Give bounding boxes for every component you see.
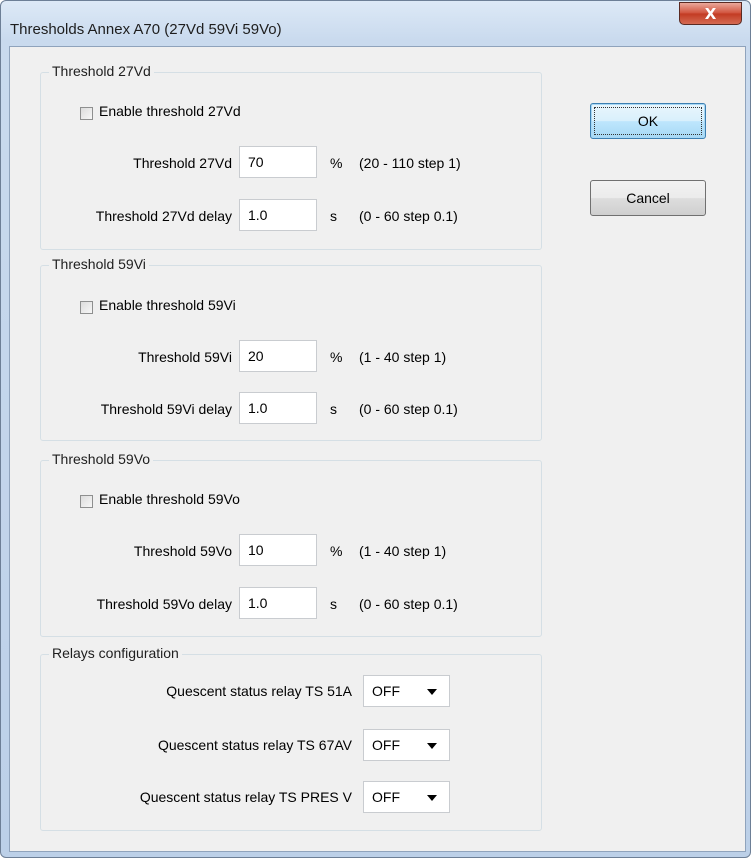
- threshold-59vi-delay-input[interactable]: 1.0: [239, 392, 317, 424]
- threshold-59vi-unit: %: [330, 349, 343, 365]
- relay-ts51a-value: OFF: [372, 683, 400, 699]
- threshold-59vo-delay-unit: s: [330, 596, 337, 612]
- relay-tspresv-select[interactable]: OFF: [363, 781, 450, 813]
- window-title: Thresholds Annex A70 (27Vd 59Vi 59Vo): [10, 21, 282, 38]
- threshold-27vd-range: (20 - 110 step 1): [359, 155, 461, 171]
- enable-59vi-checkbox[interactable]: [80, 301, 93, 314]
- threshold-59vo-delay-input[interactable]: 1.0: [239, 587, 317, 619]
- relay-ts67av-select[interactable]: OFF: [363, 729, 450, 761]
- group-legend: Threshold 27Vd: [49, 63, 154, 79]
- relay-ts51a-select[interactable]: OFF: [363, 675, 450, 707]
- group-legend: Relays configuration: [49, 645, 182, 661]
- threshold-59vi-label: Threshold 59Vi: [138, 349, 232, 365]
- group-threshold-27vd: Threshold 27Vd Enable threshold 27Vd Thr…: [40, 63, 542, 250]
- chevron-down-icon: [427, 743, 437, 749]
- cancel-button[interactable]: Cancel: [590, 180, 706, 216]
- enable-59vo-label: Enable threshold 59Vo: [99, 491, 240, 507]
- dialog-window: Thresholds Annex A70 (27Vd 59Vi 59Vo) X …: [0, 0, 751, 858]
- relay-ts67av-value: OFF: [372, 737, 400, 753]
- threshold-59vo-delay-range: (0 - 60 step 0.1): [359, 596, 458, 612]
- threshold-27vd-label: Threshold 27Vd: [133, 155, 232, 171]
- enable-27vd-label: Enable threshold 27Vd: [99, 103, 241, 119]
- group-threshold-59vo: Threshold 59Vo Enable threshold 59Vo Thr…: [40, 451, 542, 637]
- threshold-59vo-range: (1 - 40 step 1): [359, 543, 447, 559]
- chevron-down-icon: [427, 795, 437, 801]
- chevron-down-icon: [427, 689, 437, 695]
- threshold-59vo-delay-label: Threshold 59Vo delay: [96, 596, 232, 612]
- relay-tspresv-value: OFF: [372, 789, 400, 805]
- group-threshold-59vi: Threshold 59Vi Enable threshold 59Vi Thr…: [40, 256, 542, 441]
- threshold-59vi-delay-label: Threshold 59Vi delay: [100, 401, 232, 417]
- threshold-59vo-unit: %: [330, 543, 343, 559]
- threshold-27vd-delay-label: Threshold 27Vd delay: [95, 208, 232, 224]
- threshold-27vd-delay-input[interactable]: 1.0: [239, 199, 317, 231]
- threshold-59vi-range: (1 - 40 step 1): [359, 349, 447, 365]
- threshold-59vi-delay-range: (0 - 60 step 0.1): [359, 401, 458, 417]
- relay-tspresv-label: Quescent status relay TS PRES V: [139, 789, 352, 805]
- dialog-client-area: Threshold 27Vd Enable threshold 27Vd Thr…: [9, 46, 746, 852]
- threshold-59vo-input[interactable]: 10: [239, 534, 317, 566]
- enable-27vd-checkbox[interactable]: [80, 107, 93, 120]
- close-button[interactable]: X: [679, 2, 742, 25]
- relay-ts51a-label: Quescent status relay TS 51A: [166, 683, 352, 699]
- threshold-59vi-delay-unit: s: [330, 401, 337, 417]
- group-relays-configuration: Relays configuration Quescent status rel…: [40, 645, 542, 831]
- cancel-button-label: Cancel: [626, 190, 670, 206]
- threshold-27vd-delay-range: (0 - 60 step 0.1): [359, 208, 458, 224]
- threshold-27vd-delay-unit: s: [330, 208, 337, 224]
- threshold-59vi-input[interactable]: 20: [239, 340, 317, 372]
- threshold-27vd-unit: %: [330, 155, 343, 171]
- enable-59vi-label: Enable threshold 59Vi: [99, 297, 236, 313]
- enable-59vo-checkbox[interactable]: [80, 495, 93, 508]
- focus-rectangle: [594, 107, 702, 135]
- group-legend: Threshold 59Vo: [49, 451, 154, 467]
- ok-button[interactable]: OK: [590, 103, 706, 139]
- group-legend: Threshold 59Vi: [49, 256, 149, 272]
- threshold-27vd-input[interactable]: 70: [239, 146, 317, 178]
- relay-ts67av-label: Quescent status relay TS 67AV: [157, 737, 352, 753]
- threshold-59vo-label: Threshold 59Vo: [133, 543, 232, 559]
